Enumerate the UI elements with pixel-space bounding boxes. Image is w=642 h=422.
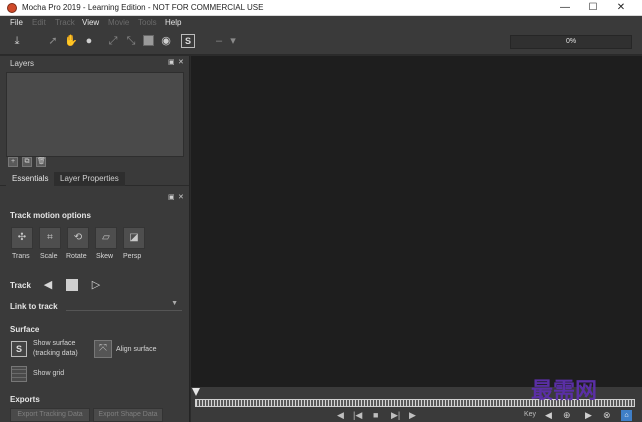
exports-title: Exports — [10, 395, 40, 404]
float-icon[interactable]: ▣ — [168, 193, 175, 201]
scale-label: Scale — [40, 253, 58, 260]
prev-keyframe-icon[interactable]: ◀ — [545, 410, 552, 421]
track-backward-button[interactable]: ◀ — [41, 278, 55, 292]
step-back-icon[interactable]: |◀ — [353, 410, 362, 421]
show-surface-sublabel: (tracking data) — [33, 350, 78, 357]
persp-label: Persp — [123, 253, 142, 260]
layers-panel-title: Layers — [10, 59, 35, 68]
track-forward-button[interactable]: ▷ — [89, 278, 103, 292]
align-surface-label: Align surface — [116, 346, 157, 353]
duplicate-layer-icon[interactable]: ⧉ — [22, 157, 32, 167]
show-grid-label: Show grid — [33, 370, 65, 377]
play-forward-icon[interactable]: ▶ — [409, 410, 416, 421]
app-logo-icon — [7, 3, 17, 13]
minimize-button[interactable]: — — [551, 0, 579, 16]
progress-bar: 0% — [510, 35, 632, 49]
menu-help[interactable]: Help — [165, 18, 181, 27]
transform-icon[interactable]: ⤢ — [106, 34, 120, 48]
menu-view[interactable]: View — [82, 18, 99, 27]
next-keyframe-icon[interactable]: ▶ — [585, 410, 592, 421]
rotate-label: Rotate — [66, 253, 87, 260]
skew-label: Skew — [96, 253, 114, 260]
viewer-canvas[interactable] — [191, 56, 642, 387]
circle-icon[interactable]: ● — [82, 34, 96, 48]
dropdown-icon[interactable]: ▾ — [226, 34, 240, 48]
s-icon[interactable]: S — [181, 34, 195, 48]
link-to-track-select[interactable]: ▼ — [66, 300, 182, 311]
track-motion-title: Track motion options — [10, 211, 91, 220]
layers-list[interactable] — [6, 72, 184, 157]
play-backward-icon[interactable]: ◀ — [337, 410, 344, 421]
tab-essentials[interactable]: Essentials — [6, 172, 55, 186]
close-icon[interactable]: ✕ — [178, 58, 184, 66]
watermark: 最需网 — [531, 378, 598, 404]
float-icon[interactable]: ▣ — [168, 58, 175, 66]
select-icon[interactable]: ➚ — [46, 34, 60, 48]
record-icon[interactable]: ◉ — [159, 34, 173, 48]
menu-edit[interactable]: Edit — [32, 18, 46, 27]
surface-title: Surface — [10, 325, 40, 334]
title-bar: Mocha Pro 2019 - Learning Edition - NOT … — [0, 0, 642, 16]
link-icon[interactable]: ⤡ — [124, 34, 138, 48]
add-keyframe-icon[interactable]: ⊕ — [563, 410, 571, 421]
delete-keyframe-icon[interactable]: ⊗ — [603, 410, 611, 421]
window-title: Mocha Pro 2019 - Learning Edition - NOT … — [22, 3, 264, 12]
export-shape-data-button[interactable]: Export Shape Data — [93, 408, 163, 422]
hand-icon[interactable]: ✋ — [64, 34, 78, 48]
show-surface-toggle[interactable]: S — [11, 341, 27, 357]
trans-button[interactable]: ✣ — [11, 227, 33, 249]
trans-label: Trans — [12, 253, 30, 260]
menu-file[interactable]: File — [10, 18, 23, 27]
align-surface-icon[interactable]: ⤧ — [94, 340, 112, 358]
add-layer-icon[interactable]: + — [8, 157, 18, 167]
maximize-button[interactable]: ☐ — [579, 0, 607, 16]
delete-layer-icon[interactable]: 🗑 — [36, 157, 46, 167]
scale-button[interactable]: ⌗ — [39, 227, 61, 249]
rotate-button[interactable]: ⟲ — [67, 227, 89, 249]
show-surface-label: Show surface — [33, 340, 76, 347]
grid-icon[interactable] — [11, 366, 27, 382]
link-to-track-label: Link to track — [10, 302, 58, 311]
layer-buttons: + ⧉ 🗑 — [6, 156, 184, 168]
toolbar: ⤓ ➚ ✋ ● ⤢ ⤡ ◉ S – ▾ 0% — [0, 29, 642, 55]
close-window-button[interactable]: ✕ — [607, 0, 635, 16]
key-label: Key — [524, 411, 537, 418]
close-icon[interactable]: ✕ — [178, 193, 184, 201]
home-icon[interactable]: ⌂ — [621, 410, 632, 421]
menu-tools[interactable]: Tools — [138, 18, 157, 27]
playhead-icon[interactable] — [192, 388, 200, 396]
surface-icon[interactable] — [143, 35, 154, 46]
transport-bar: ◀ |◀ ■ ▶| ▶ Key ◀ ⊕ ▶ ⊗ ⌂ — [191, 409, 642, 422]
menu-track[interactable]: Track — [55, 18, 75, 27]
step-forward-icon[interactable]: ▶| — [391, 410, 400, 421]
stop-icon[interactable]: ■ — [373, 410, 378, 421]
menu-movie[interactable]: Movie — [108, 18, 129, 27]
menu-bar: File Edit Track View Movie Tools Help — [0, 16, 642, 29]
chevron-down-icon: ▼ — [171, 300, 178, 307]
dash-icon[interactable]: – — [212, 34, 226, 48]
import-icon[interactable]: ⤓ — [10, 34, 24, 48]
persp-button[interactable]: ◪ — [123, 227, 145, 249]
skew-button[interactable]: ▱ — [95, 227, 117, 249]
tab-layer-properties[interactable]: Layer Properties — [54, 172, 125, 186]
track-label: Track — [10, 281, 31, 290]
stop-track-button[interactable] — [66, 279, 78, 291]
panel-tabs: Essentials Layer Properties — [0, 172, 189, 186]
export-tracking-data-button[interactable]: Export Tracking Data — [10, 408, 90, 422]
